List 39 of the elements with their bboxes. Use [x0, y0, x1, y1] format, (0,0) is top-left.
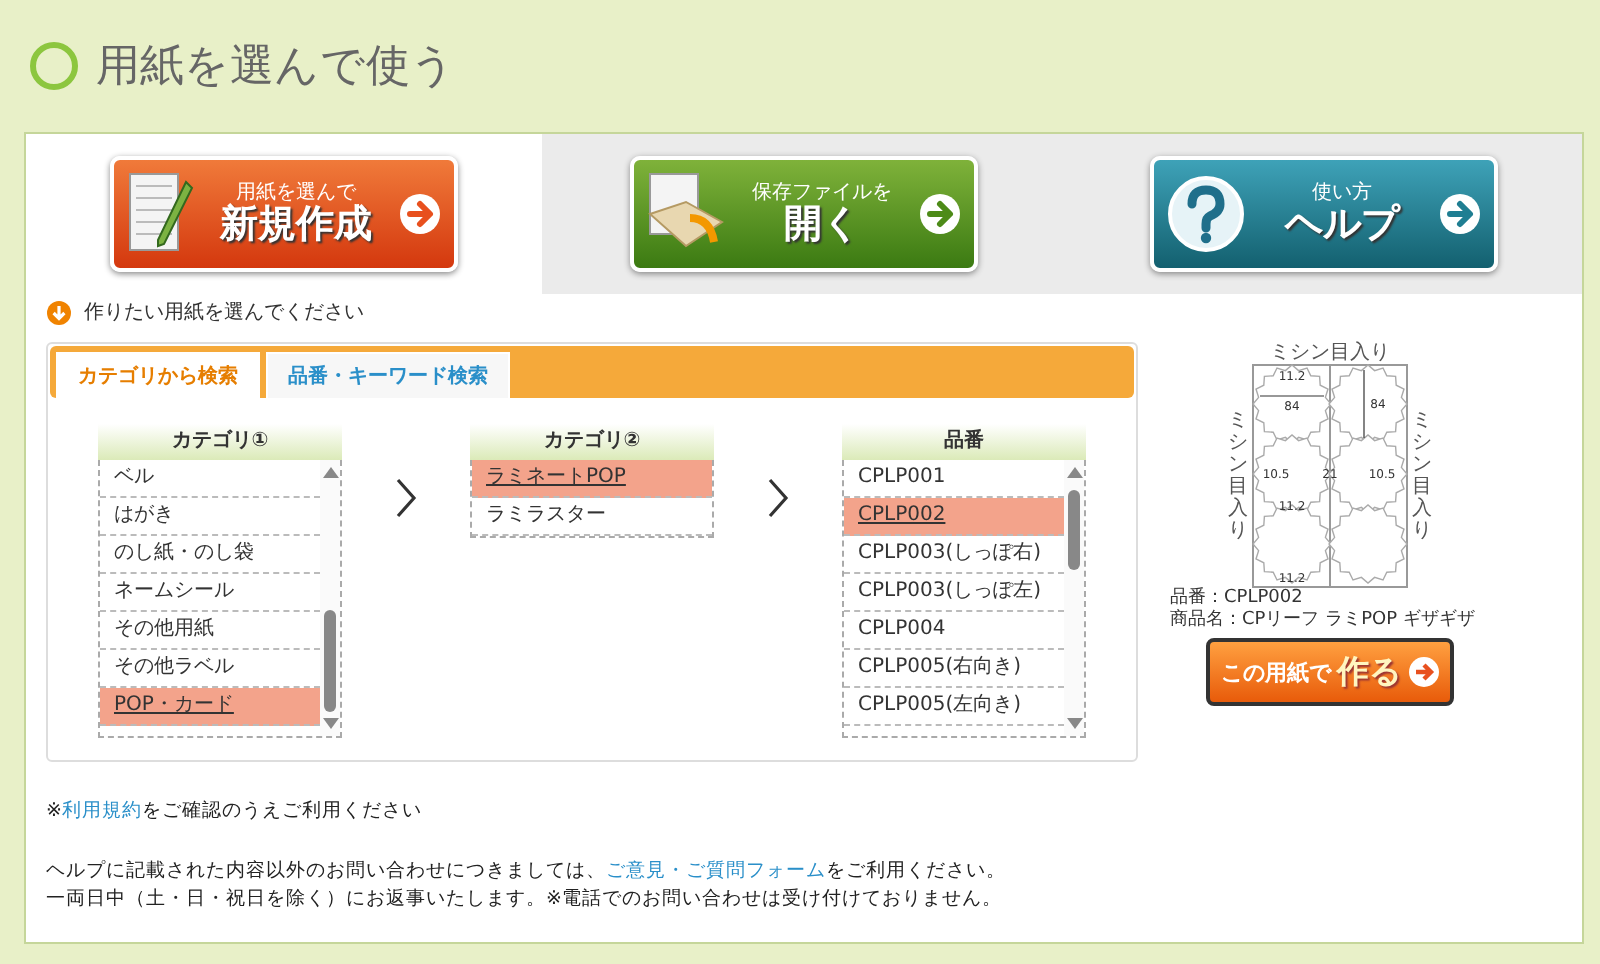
list-item[interactable]: ラミラスター — [472, 498, 712, 536]
list-item[interactable]: CPLP002 — [844, 498, 1064, 536]
down-arrow-icon — [321, 718, 339, 730]
list-item[interactable]: POP・カード — [100, 688, 320, 726]
arrow-right-icon — [1407, 656, 1439, 688]
product-code: 品番：CPLP002 — [1168, 588, 1303, 609]
text-link[interactable]: 利用規約 — [61, 800, 142, 822]
product-name: 商品名：CPリーフ ラミPOP ギザギザ — [1168, 610, 1475, 632]
list-item[interactable]: ラミネートPOP — [472, 460, 712, 498]
note-text: 一両日中（土・日・祝日を除く）にお返事いたします。※電話でのお問い合わせは受け付けておりません。 — [46, 886, 1004, 914]
perforation-label: ミシン目入り — [1412, 410, 1432, 542]
perforation-label: ミシン目入り — [1270, 342, 1390, 364]
down-arrow-icon — [46, 299, 72, 325]
perforation-label: ミシン目入り — [1228, 410, 1248, 542]
note-text: ※利用規約 をご確認のうえご利用ください — [46, 798, 424, 826]
scrollbar[interactable] — [320, 460, 340, 736]
up-arrow-icon — [1065, 466, 1083, 478]
chevron-right-icon — [766, 476, 790, 520]
page-title: 用紙を選んで使う — [96, 40, 456, 96]
circle-icon — [28, 40, 80, 92]
up-arrow-icon — [321, 466, 339, 478]
scroll-thumb[interactable] — [324, 609, 336, 712]
note-text: ヘルプに記載された内容以外のお問い合わせにつきましては、ご意見・ご質問フォーム をご利用ください。 — [46, 858, 1008, 886]
arrow-right-icon — [398, 192, 442, 236]
help-button[interactable]: 使い方 ヘルプ — [1150, 156, 1498, 272]
open-button[interactable]: 保存ファイルを 開く — [630, 156, 978, 272]
arrow-right-icon — [918, 192, 962, 236]
chevron-right-icon — [394, 476, 418, 520]
new-button[interactable]: 用紙を選んで 新規作成 — [110, 156, 458, 272]
column-header: カテゴリ② — [470, 424, 714, 460]
scroll-thumb[interactable] — [1068, 490, 1080, 571]
instruction-text: 作りたい用紙を選んでください — [84, 300, 364, 326]
down-arrow-icon — [1065, 718, 1083, 730]
question-icon — [1166, 174, 1246, 254]
text-link[interactable]: ご意見・ご質問フォーム — [606, 860, 826, 882]
arrow-right-icon — [1438, 192, 1482, 236]
scrollbar[interactable] — [1064, 460, 1084, 736]
column-header: 品番 — [842, 424, 1086, 460]
column-header: カテゴリ① — [98, 424, 342, 460]
